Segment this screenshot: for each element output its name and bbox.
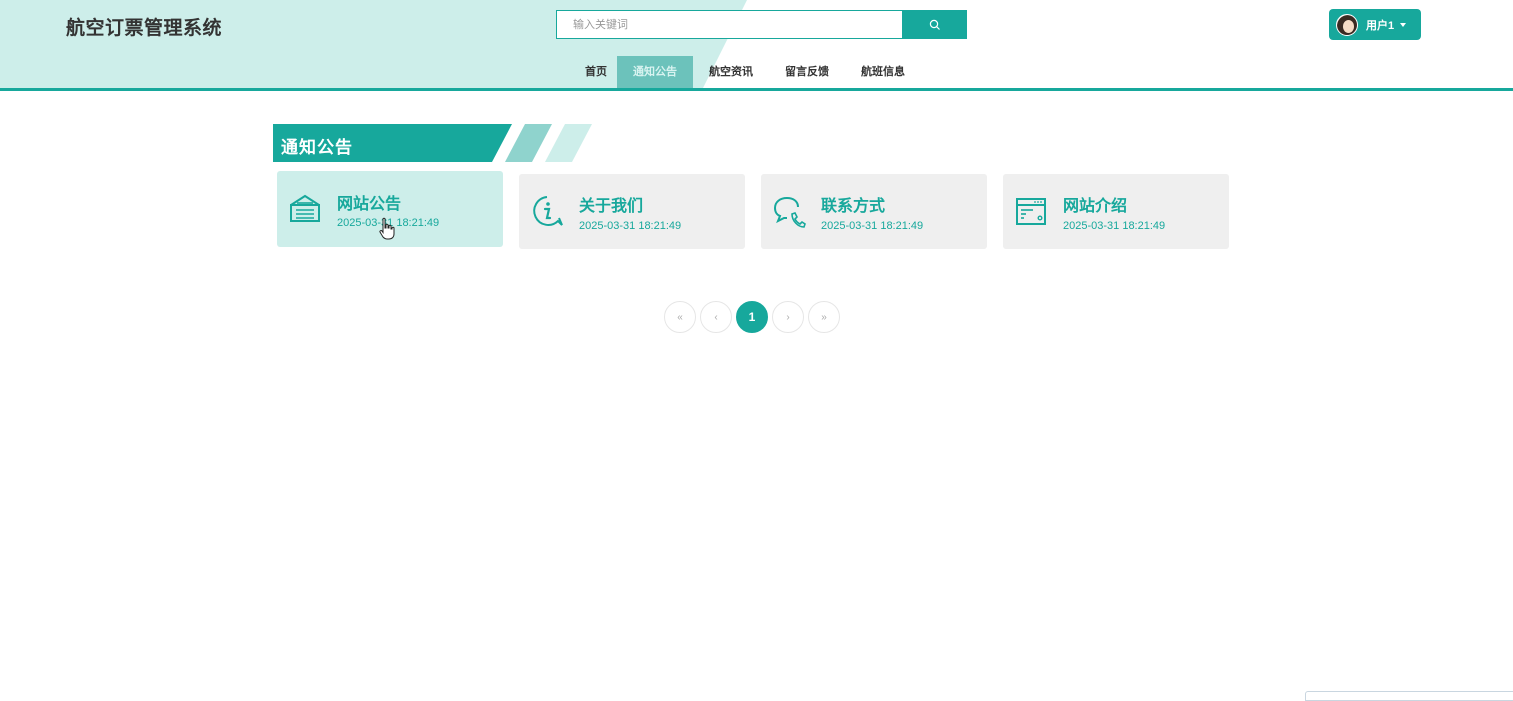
search-input[interactable] (556, 10, 902, 39)
info-icon (533, 196, 563, 226)
first-page-button[interactable]: « (664, 301, 696, 333)
user-name: 用户1 (1366, 19, 1395, 32)
card-title: 关于我们 (579, 198, 644, 215)
search-icon (929, 19, 940, 30)
card-title: 网站介绍 (1063, 198, 1128, 215)
page-number-current[interactable]: 1 (736, 301, 768, 333)
notice-icon (290, 194, 320, 222)
card-title: 网站公告 (337, 196, 402, 213)
nav-item-aviation-news[interactable]: 航空资讯 (693, 56, 769, 88)
nav-item-notices[interactable]: 通知公告 (617, 56, 693, 88)
notice-card-contact[interactable]: 联系方式 2025-03-31 18:21:49 (761, 174, 987, 249)
pagination: « ‹ 1 › » (664, 301, 844, 333)
site-title: 航空订票管理系统 (66, 18, 223, 39)
nav-item-flight-info[interactable]: 航班信息 (845, 56, 921, 88)
nav-item-feedback[interactable]: 留言反馈 (769, 56, 845, 88)
section-title: 通知公告 (281, 138, 353, 157)
caret-down-icon (1400, 22, 1407, 27)
notice-card-site-intro[interactable]: 网站介绍 2025-03-31 18:21:49 (1003, 174, 1229, 249)
section-header: 通知公告 (273, 124, 603, 162)
card-date: 2025-03-31 18:21:49 (579, 220, 682, 232)
search-bar (556, 10, 967, 39)
prev-page-button[interactable]: ‹ (700, 301, 732, 333)
notice-card-about-us[interactable]: 关于我们 2025-03-31 18:21:49 (519, 174, 745, 249)
floating-widget-edge (1305, 691, 1513, 701)
user-menu-button[interactable]: 用户1 (1329, 9, 1421, 40)
search-button[interactable] (902, 10, 967, 39)
chat-phone-icon (773, 196, 806, 228)
card-date: 2025-03-31 18:21:49 (1063, 220, 1166, 232)
card-date: 2025-03-31 18:21:49 (821, 220, 924, 232)
main-nav: 首页 通知公告 航空资讯 留言反馈 航班信息 (575, 56, 921, 88)
avatar (1336, 13, 1358, 36)
hand-cursor-icon (379, 217, 395, 240)
next-page-button[interactable]: › (772, 301, 804, 333)
nav-item-home[interactable]: 首页 (575, 56, 617, 88)
top-header: 航空订票管理系统 用户1 首页 通知公告 航空资讯 留言反馈 航班信息 (0, 0, 1513, 91)
card-title: 联系方式 (821, 198, 886, 215)
browser-window-icon (1016, 198, 1046, 225)
last-page-button[interactable]: » (808, 301, 840, 333)
